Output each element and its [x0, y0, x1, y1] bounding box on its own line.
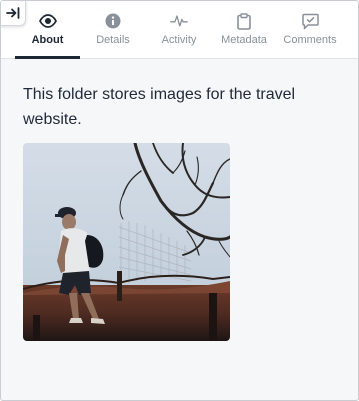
clipboard-icon	[235, 12, 253, 30]
tab-details[interactable]: Details	[85, 1, 141, 58]
collapse-panel-button[interactable]	[1, 1, 26, 26]
tab-about-label: About	[31, 34, 64, 46]
info-icon	[104, 12, 122, 30]
folder-cover-image[interactable]	[23, 143, 230, 341]
tab-metadata[interactable]: Metadata	[215, 1, 273, 58]
details-panel: About Details Activity Metadata Comments…	[0, 0, 359, 401]
activity-icon	[170, 12, 188, 30]
about-content: This folder stores images for the travel…	[1, 59, 358, 341]
comment-check-icon	[301, 12, 319, 30]
tab-comments[interactable]: Comments	[280, 1, 340, 58]
collapse-panel-icon	[6, 7, 20, 19]
tab-bar: About Details Activity Metadata Comments	[1, 1, 358, 59]
eye-icon	[38, 12, 57, 30]
folder-description: This folder stores images for the travel…	[23, 86, 296, 128]
tab-comments-label: Comments	[283, 34, 337, 46]
tab-details-label: Details	[96, 34, 130, 46]
tab-metadata-label: Metadata	[221, 34, 267, 46]
tab-activity-label: Activity	[161, 34, 197, 46]
tab-activity[interactable]: Activity	[150, 1, 208, 58]
